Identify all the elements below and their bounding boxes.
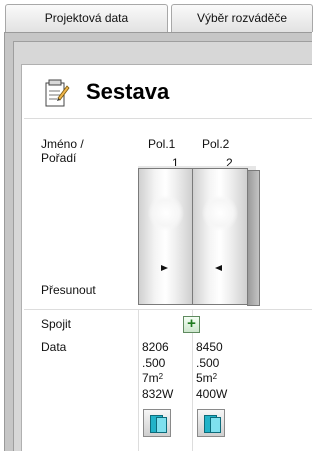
notepad-pencil-icon [45, 79, 70, 107]
column-2-name[interactable]: Pol.2 [202, 137, 256, 151]
cabinet-1-highlight [147, 195, 184, 231]
column-2-power: 400W [196, 386, 228, 401]
column-1-value: .500 [142, 355, 166, 370]
tab-cabinet-selection[interactable]: Výběr rozváděče [171, 4, 313, 32]
join-plus-icon[interactable]: + [183, 316, 200, 333]
name-order-label-line1: Jméno / [41, 137, 84, 151]
join-label: Spojit [41, 317, 72, 331]
column-1-power: 832W [142, 386, 174, 401]
cabinet-2[interactable] [192, 168, 248, 305]
title-divider [24, 118, 312, 119]
column-2-area: 5m2 [196, 371, 218, 385]
data-label: Data [41, 340, 67, 354]
column-1-data: 8206 .500 7m2 832W [142, 340, 173, 402]
column-2-document-icon[interactable] [197, 409, 225, 437]
name-order-label-line2: Pořadí [41, 151, 77, 165]
column-divider-1 [138, 309, 139, 451]
column-1-number: 8206 [142, 340, 169, 354]
cabinet-side [247, 170, 260, 306]
column-2-data: 8450 .500 5m2 400W [196, 340, 227, 402]
column-1-area: 7m2 [142, 371, 164, 385]
page-title: Sestava [86, 79, 170, 104]
cabinet-2-highlight [202, 195, 238, 231]
move-left-arrow-icon[interactable] [215, 265, 222, 271]
move-label: Přesunout [41, 283, 96, 297]
cabinet-1[interactable] [138, 168, 193, 305]
tab-project-data[interactable]: Projektová data [5, 4, 168, 32]
column-1-document-icon[interactable] [143, 409, 171, 437]
column-2-value: .500 [196, 355, 220, 370]
section-divider [24, 309, 312, 310]
move-right-arrow-icon[interactable] [161, 265, 168, 271]
column-2-number: 8450 [196, 340, 223, 354]
tab-bar: Projektová data Výběr rozváděče [0, 0, 313, 33]
column-1-name[interactable]: Pol.1 [148, 137, 202, 151]
